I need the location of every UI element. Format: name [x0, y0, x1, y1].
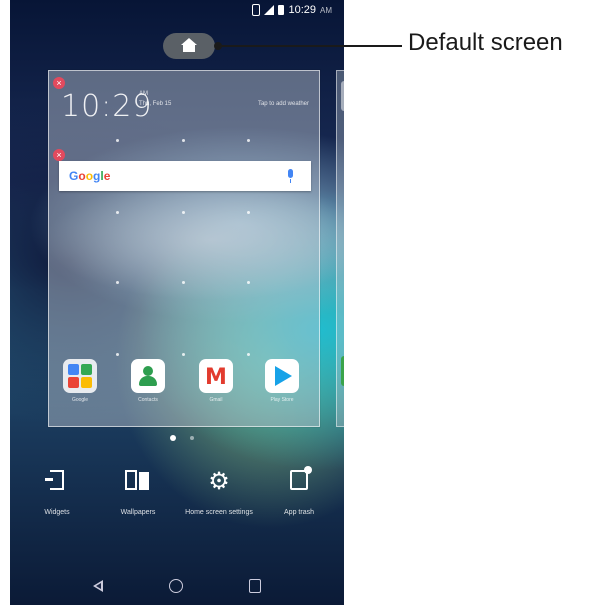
status-ampm: AM — [320, 5, 332, 15]
vibrate-icon — [252, 4, 261, 16]
gmail-icon: M — [199, 359, 233, 393]
gear-icon: ⚙ — [208, 468, 230, 495]
callout-line — [218, 45, 402, 47]
navigation-bar — [10, 567, 344, 605]
remove-clock-widget-icon[interactable]: × — [53, 77, 65, 89]
app-label: Contacts — [138, 397, 158, 403]
next-page-preview[interactable] — [336, 70, 344, 427]
set-default-home-button[interactable] — [163, 33, 215, 59]
app-label: Gmail — [209, 397, 223, 403]
trash-icon — [290, 466, 312, 490]
grid-dot — [182, 139, 185, 142]
wallpapers-label: Wallpapers — [120, 509, 156, 516]
grid-dot — [116, 281, 119, 284]
google-search-widget[interactable]: Google — [59, 161, 311, 191]
recents-icon[interactable] — [249, 579, 261, 593]
wallpapers-button[interactable]: Wallpapers — [103, 470, 173, 517]
app-trash-button[interactable]: App trash — [264, 466, 334, 517]
grid-dot — [182, 353, 185, 356]
clock-widget-ampm: AM — [139, 91, 148, 97]
grid-dot — [116, 211, 119, 214]
status-bar: 10:29 AM — [10, 0, 344, 20]
home-page-preview[interactable]: × 10:29 AM Thu, Feb 15 Tap to add weathe… — [48, 70, 320, 427]
grid-dot — [247, 139, 250, 142]
google-folder-icon — [63, 359, 97, 393]
grid-dot — [116, 139, 119, 142]
grid-dot — [182, 211, 185, 214]
grid-dot — [247, 211, 250, 214]
app-label: Play Store — [270, 397, 294, 403]
phone-screen: 10:29 AM × 10:29 AM Thu, Feb 15 Tap to a… — [10, 0, 344, 605]
weather-hint: Tap to add weather — [257, 101, 309, 107]
clock-widget-date: Thu, Feb 15 — [139, 101, 172, 107]
page-dot-active — [170, 435, 176, 441]
widgets-label: Widgets — [44, 509, 70, 516]
app-trash-label: App trash — [284, 509, 314, 516]
home-screen-settings-button[interactable]: ⚙ Home screen settings — [184, 470, 254, 517]
home-icon[interactable] — [169, 579, 183, 593]
grid-dot — [116, 353, 119, 356]
app-google-folder[interactable]: Google — [63, 359, 97, 403]
mic-icon[interactable] — [288, 169, 293, 178]
signal-icon — [264, 5, 275, 15]
grid-dot — [247, 281, 250, 284]
widgets-button[interactable]: Widgets — [22, 470, 92, 517]
status-time: 10:29 — [288, 4, 316, 16]
grid-dot — [182, 281, 185, 284]
widgets-icon — [45, 470, 64, 490]
app-gmail[interactable]: M Gmail — [199, 359, 233, 403]
play-store-icon — [265, 359, 299, 393]
callout-label: Default screen — [408, 29, 563, 56]
back-icon[interactable] — [93, 580, 103, 592]
wallpapers-icon — [125, 470, 151, 490]
app-label: Google — [71, 397, 89, 403]
contacts-icon — [131, 359, 165, 393]
app-contacts[interactable]: Contacts — [131, 359, 165, 403]
page-dot — [190, 436, 194, 440]
remove-search-widget-icon[interactable]: × — [53, 149, 65, 161]
grid-dot — [247, 353, 250, 356]
home-screen-settings-label: Home screen settings — [185, 509, 253, 516]
battery-icon — [278, 5, 285, 15]
page-indicator — [170, 435, 194, 441]
google-logo: Google — [69, 169, 111, 183]
app-play-store[interactable]: Play Store — [265, 359, 299, 403]
